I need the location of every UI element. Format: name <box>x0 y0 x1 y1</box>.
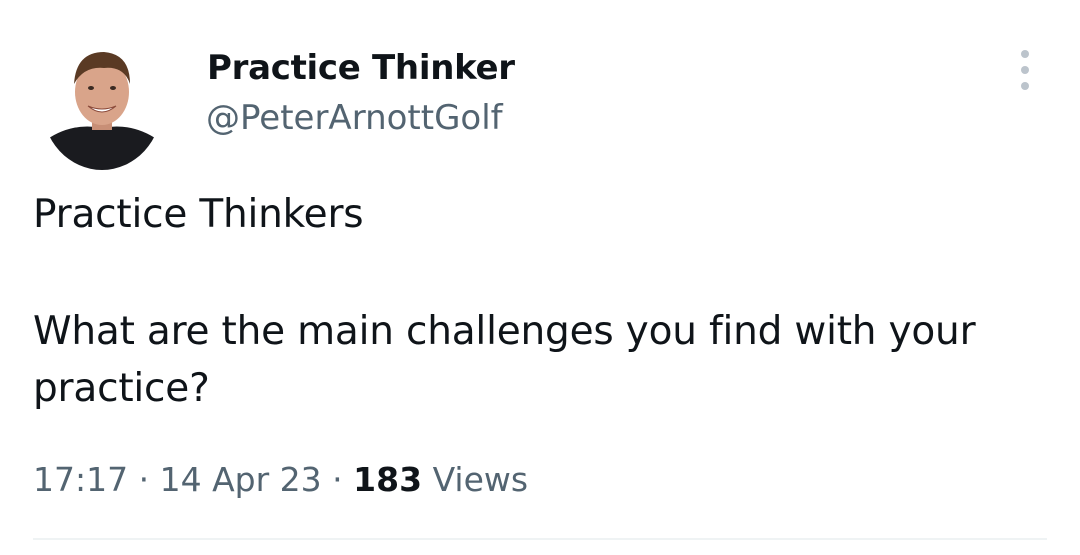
views-label: Views <box>432 460 529 499</box>
tweet-meta: 17:17 · 14 Apr 23 · 183 Views <box>33 460 528 499</box>
tweet-time[interactable]: 17:17 <box>33 460 128 499</box>
meta-separator: · <box>138 460 150 499</box>
tweet-text: Practice Thinkers What are the main chal… <box>33 186 1053 417</box>
more-vertical-icon[interactable] <box>1010 50 1040 90</box>
tweet-date[interactable]: 14 Apr 23 <box>160 460 322 499</box>
dot <box>1021 50 1029 58</box>
views-count: 183 <box>353 460 423 499</box>
tweet-line: Practice Thinkers <box>33 192 364 237</box>
divider <box>33 538 1047 540</box>
tweet-line: What are the main challenges you find wi… <box>33 309 976 411</box>
dot <box>1021 82 1029 90</box>
author-display-name[interactable]: Practice Thinker <box>207 48 515 88</box>
dot <box>1021 66 1029 74</box>
avatar[interactable] <box>42 40 162 170</box>
meta-separator: · <box>332 460 343 499</box>
author-handle[interactable]: @PeterArnottGolf <box>206 98 503 138</box>
